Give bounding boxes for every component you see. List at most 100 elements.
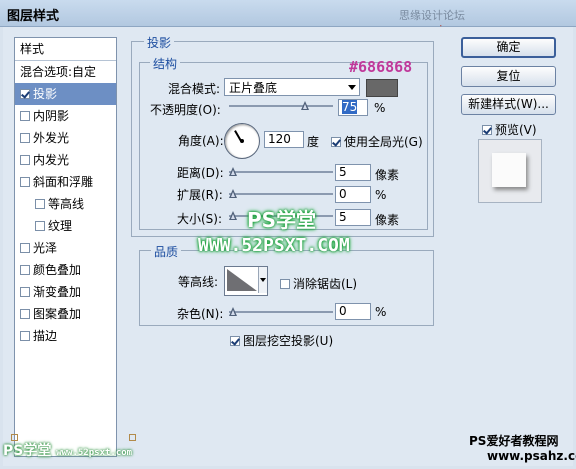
- contour-picker[interactable]: [224, 266, 268, 296]
- blend-mode-value: 正片叠底: [229, 81, 278, 95]
- angle-dial[interactable]: [224, 123, 260, 159]
- drop-shadow-checkbox[interactable]: [20, 89, 30, 99]
- antialias-checkbox[interactable]: [280, 279, 290, 289]
- sidebar-item-contour[interactable]: 等高线: [15, 193, 116, 215]
- angle-input[interactable]: 120: [264, 131, 304, 148]
- contour-curve-icon: [227, 269, 257, 291]
- opacity-slider-thumb[interactable]: [301, 101, 309, 111]
- sidebar-item-label: 等高线: [48, 197, 85, 211]
- shadow-color-swatch[interactable]: [366, 79, 398, 97]
- satin-checkbox[interactable]: [20, 243, 30, 253]
- antialias-toggle[interactable]: 消除锯齿(L): [280, 275, 357, 292]
- preview-label: 预览(V): [495, 123, 537, 137]
- global-light-label: 使用全局光(G): [344, 135, 423, 149]
- style-preview-thumbnail: [478, 139, 542, 203]
- distance-slider-track[interactable]: [229, 171, 333, 173]
- sidebar-item-label: 纹理: [48, 219, 73, 233]
- sidebar-item-label: 内发光: [33, 153, 70, 167]
- knockout-toggle[interactable]: 图层挖空投影(U): [230, 332, 333, 349]
- angle-unit: 度: [307, 135, 320, 149]
- noise-value: 0: [339, 304, 347, 318]
- size-slider-thumb[interactable]: [229, 211, 237, 221]
- global-light-checkbox[interactable]: [331, 137, 341, 147]
- spread-input[interactable]: 0: [335, 186, 371, 203]
- size-label: 大小(S):: [177, 212, 223, 226]
- noise-slider-thumb[interactable]: [229, 307, 237, 317]
- sidebar-item-label: 投影: [33, 87, 58, 101]
- distance-value: 5: [339, 165, 347, 179]
- sidebar-item-color-overlay[interactable]: 颜色叠加: [15, 259, 116, 281]
- contour-dropdown-button[interactable]: [258, 267, 267, 293]
- sidebar-item-label: 内阴影: [33, 109, 70, 123]
- noise-input[interactable]: 0: [335, 303, 371, 320]
- knockout-checkbox[interactable]: [230, 336, 240, 346]
- spread-unit: %: [375, 188, 387, 202]
- sidebar-item-texture[interactable]: 纹理: [15, 215, 116, 237]
- angle-value: 120: [268, 132, 291, 146]
- size-input[interactable]: 5: [335, 209, 371, 226]
- opacity-value: 75: [342, 100, 358, 114]
- watermark-center-url: WWW.52PSXT.COM: [198, 235, 350, 256]
- bevel-emboss-checkbox[interactable]: [20, 177, 30, 187]
- sidebar-item-gradient-overlay[interactable]: 渐变叠加: [15, 281, 116, 303]
- contour-checkbox[interactable]: [35, 199, 45, 209]
- watermark-bottom-right-title: PS爱好者教程网: [469, 434, 559, 448]
- stroke-checkbox[interactable]: [20, 331, 30, 341]
- window-title: 图层样式: [7, 9, 60, 24]
- angle-label: 角度(A):: [178, 134, 224, 148]
- watermark-top-site: 思缘设计论坛: [399, 9, 465, 22]
- inner-shadow-checkbox[interactable]: [20, 111, 30, 121]
- sidebar-item-label: 外发光: [33, 131, 70, 145]
- sidebar-item-drop-shadow[interactable]: 投影: [15, 83, 116, 105]
- preview-checkbox[interactable]: [482, 125, 492, 135]
- watermark-bottom-left-url: www.52psxt.com: [56, 448, 133, 458]
- opacity-slider-track[interactable]: [229, 105, 333, 107]
- opacity-input[interactable]: 75: [338, 99, 368, 116]
- angle-dial-center: [240, 139, 244, 143]
- chevron-down-icon: [348, 85, 356, 90]
- watermark-center-name: PS学堂: [247, 208, 317, 232]
- blend-options-item[interactable]: 混合选项:自定: [15, 61, 116, 83]
- reset-button[interactable]: 复位: [461, 66, 556, 87]
- sidebar-item-label: 光泽: [33, 241, 58, 255]
- spread-slider-track[interactable]: [229, 193, 333, 195]
- structure-title: 结构: [150, 55, 181, 72]
- distance-input[interactable]: 5: [335, 164, 371, 181]
- ok-button[interactable]: 确定: [461, 37, 556, 58]
- sidebar-item-label: 斜面和浮雕: [33, 175, 94, 189]
- sidebar-item-inner-shadow[interactable]: 内阴影: [15, 105, 116, 127]
- sidebar-item-inner-glow[interactable]: 内发光: [15, 149, 116, 171]
- sidebar-item-outer-glow[interactable]: 外发光: [15, 127, 116, 149]
- antialias-label: 消除锯齿(L): [293, 277, 358, 291]
- outer-glow-checkbox[interactable]: [20, 133, 30, 143]
- drop-shadow-title: 投影: [144, 34, 175, 51]
- sidebar-item-satin[interactable]: 光泽: [15, 237, 116, 259]
- distance-label: 距离(D):: [177, 166, 224, 180]
- preview-toggle[interactable]: 预览(V): [482, 121, 537, 138]
- sidebar-item-bevel-emboss[interactable]: 斜面和浮雕: [15, 171, 116, 193]
- distance-unit: 像素: [375, 168, 400, 182]
- sidebar-item-stroke[interactable]: 描边: [15, 325, 116, 347]
- distance-slider-thumb[interactable]: [229, 167, 237, 177]
- sidebar-item-pattern-overlay[interactable]: 图案叠加: [15, 303, 116, 325]
- sidebar-item-label: 颜色叠加: [33, 263, 82, 277]
- noise-label: 杂色(N):: [177, 307, 224, 321]
- noise-slider-track[interactable]: [229, 311, 333, 313]
- global-light-toggle[interactable]: 使用全局光(G): [331, 133, 423, 150]
- texture-checkbox[interactable]: [35, 221, 45, 231]
- new-style-button[interactable]: 新建样式(W)...: [461, 94, 556, 115]
- sidebar-item-label: 图案叠加: [33, 307, 82, 321]
- spread-slider-thumb[interactable]: [229, 189, 237, 199]
- preview-shape: [492, 153, 526, 187]
- styles-header: 样式: [15, 38, 116, 61]
- opacity-unit: %: [374, 101, 386, 115]
- title-bar: 图层样式 思缘设计论坛 www.missyuan.com: [0, 0, 576, 36]
- watermark-bottom-right-url: www.psahz.com: [487, 449, 576, 463]
- color-overlay-checkbox[interactable]: [20, 265, 30, 275]
- noise-unit: %: [375, 305, 387, 319]
- inner-glow-checkbox[interactable]: [20, 155, 30, 165]
- blend-mode-label: 混合模式:: [168, 82, 221, 96]
- blend-mode-select[interactable]: 正片叠底: [224, 78, 360, 96]
- pattern-overlay-checkbox[interactable]: [20, 309, 30, 319]
- gradient-overlay-checkbox[interactable]: [20, 287, 30, 297]
